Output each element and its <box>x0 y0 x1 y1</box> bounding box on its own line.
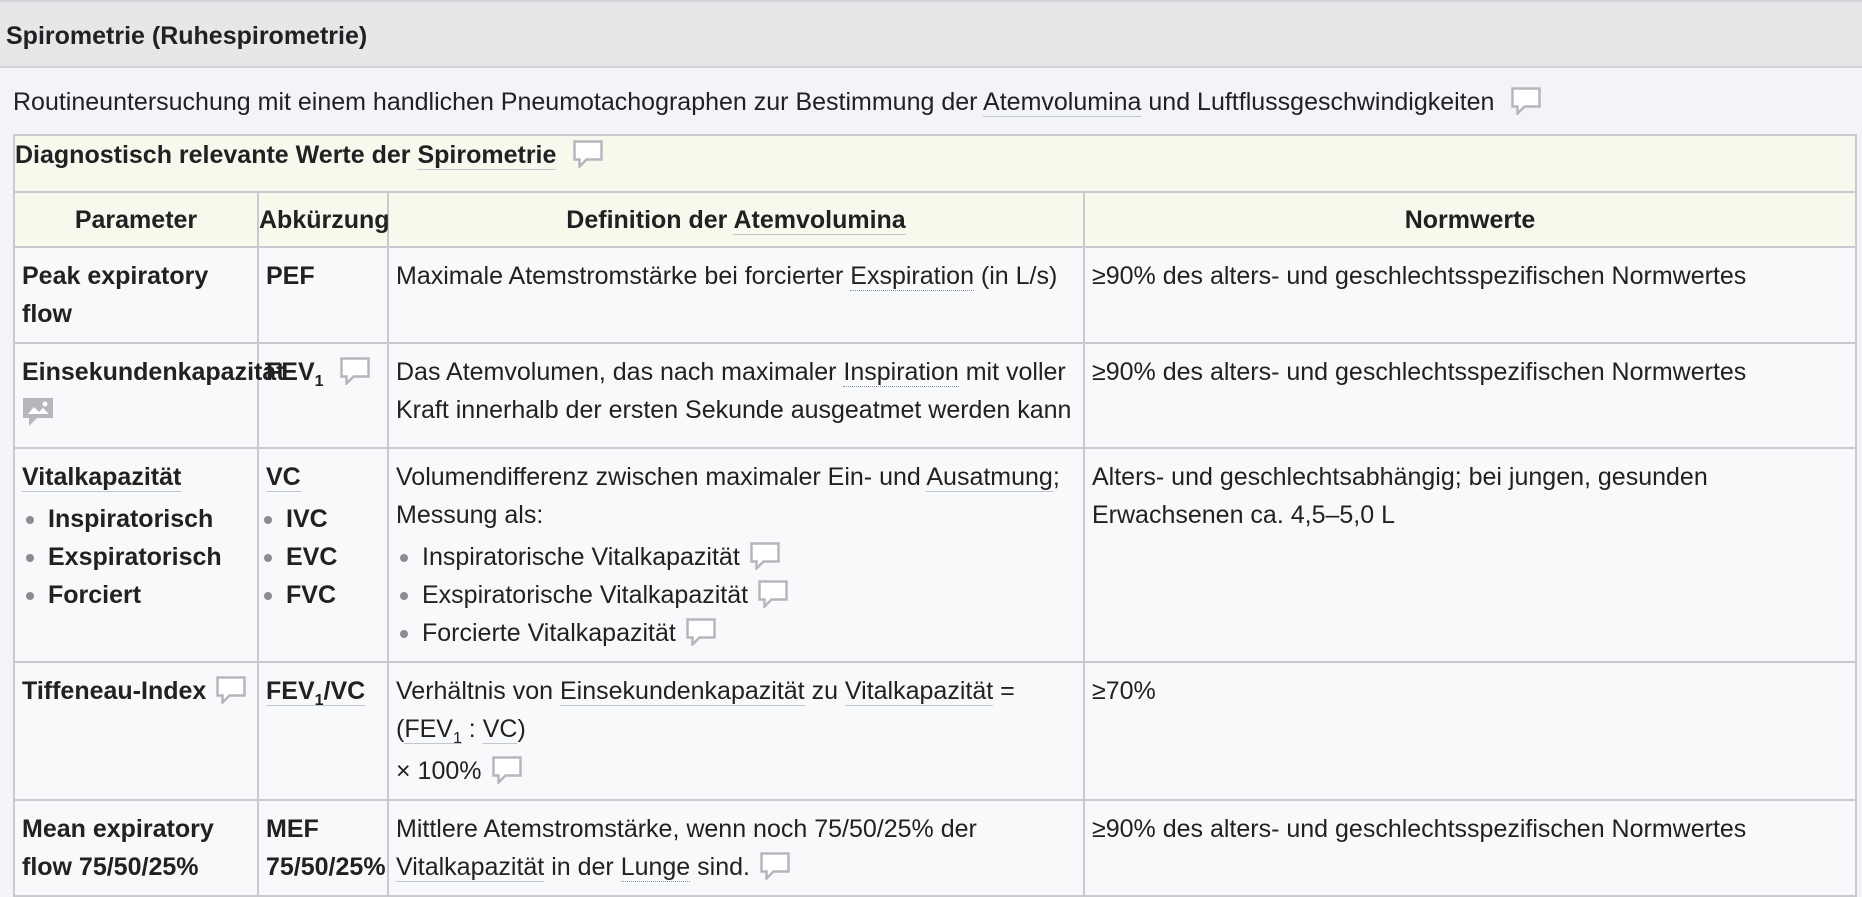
comment-bubble-icon[interactable] <box>1511 87 1542 116</box>
list-item: FVC <box>260 576 380 614</box>
spirometrie-link[interactable]: Spirometrie <box>417 141 557 170</box>
abbreviation-cell: PEF <box>257 246 389 344</box>
abbreviation-cell: FEV1/VC <box>257 661 389 801</box>
comment-bubble-icon[interactable] <box>216 676 247 705</box>
table-row: Mean expiratory flow 75/50/25% MEF 75/50… <box>13 799 1858 897</box>
list-item: Inspiratorische Vitalkapazität <box>396 538 1076 576</box>
norm-cell: ≥70% <box>1082 661 1858 801</box>
norm-cell: ≥90% des alters- und geschlechtsspezifis… <box>1082 246 1858 344</box>
table-row: Peak expiratory flow PEF Maximale Atemst… <box>13 246 1858 344</box>
comment-bubble-icon[interactable] <box>758 580 788 609</box>
definition-cell: Mittlere Atemstromstärke, wenn noch 75/5… <box>387 799 1085 897</box>
norm-cell: ≥90% des alters- und geschlechtsspezifis… <box>1082 799 1858 897</box>
list-item: Forcierte Vitalkapazität <box>396 614 1076 652</box>
comment-bubble-icon[interactable] <box>491 756 522 785</box>
section-title: Spirometrie (Ruhespirometrie) <box>6 22 368 50</box>
table-row: Vitalkapazität Inspiratorisch Exspirator… <box>13 447 1858 663</box>
intro-text: Routineuntersuchung mit einem handlichen… <box>13 84 1542 120</box>
spirometry-table: Diagnostisch relevante Werte der Spirome… <box>12 134 1858 897</box>
comment-bubble-icon[interactable] <box>573 140 604 169</box>
parameter-cell: Mean expiratory flow 75/50/25% <box>13 799 259 897</box>
parameter-cell: Peak expiratory flow <box>13 246 259 344</box>
definition-cell: Volumendifferenz zwischen maximaler Ein-… <box>387 447 1085 663</box>
definition-cell: Maximale Atemstromstärke bei forcierter … <box>387 246 1085 344</box>
list-item: Forciert <box>22 576 250 614</box>
parameter-cell: Einsekundenkapazität <box>13 342 285 449</box>
image-comment-icon[interactable] <box>22 397 54 438</box>
vitalkapazitaet-link[interactable]: Vitalkapazität <box>396 853 545 882</box>
comment-bubble-icon[interactable] <box>760 852 790 881</box>
list-item: Inspiratorisch <box>22 500 250 538</box>
fev1-link[interactable]: FEV1 <box>404 715 462 747</box>
list-item: IVC <box>260 500 380 538</box>
exspiration-link[interactable]: Exspiration <box>850 262 974 291</box>
list-item: Exspiratorisch <box>22 538 250 576</box>
table-row: Einsekundenkapazität FEV1 Das Atemvolume… <box>13 342 1858 449</box>
tiffeneau-abbrev-link[interactable]: FEV1/VC <box>266 677 366 709</box>
parameter-cell: Vitalkapazität Inspiratorisch Exspirator… <box>13 447 259 663</box>
comment-bubble-icon[interactable] <box>340 357 371 386</box>
norm-cell: Alters- und geschlechtsabhängig; bei jun… <box>1082 447 1858 663</box>
lunge-link[interactable]: Lunge <box>620 853 691 882</box>
atemvolumina-header-link[interactable]: Atemvolumina <box>733 205 906 235</box>
norm-cell: ≥90% des alters- und geschlechtsspezifis… <box>1082 342 1858 449</box>
ausatmung-link[interactable]: Ausatmung <box>926 463 1053 492</box>
column-header-abbreviation: Abkürzung <box>257 191 390 248</box>
einsekundenkapazitaet-link[interactable]: Einsekundenkapazität <box>560 677 805 706</box>
inspiration-link[interactable]: Inspiration <box>843 358 959 387</box>
vc-link[interactable]: VC <box>266 463 301 492</box>
list-item: Exspiratorische Vitalkapazität <box>396 576 1076 614</box>
table-caption: Diagnostisch relevante Werte der Spirome… <box>12 134 1858 193</box>
column-header-parameter: Parameter <box>13 191 259 248</box>
section-header: Spirometrie (Ruhespirometrie) <box>0 0 1862 68</box>
parameter-cell: Tiffeneau-Index <box>13 661 259 801</box>
definition-cell: Verhältnis von Einsekundenkapazität zu V… <box>387 661 1085 801</box>
comment-bubble-icon[interactable] <box>750 542 780 571</box>
vitalkapazitaet-link[interactable]: Vitalkapazität <box>844 677 994 706</box>
column-header-definition: Definition der Atemvolumina <box>387 191 1085 248</box>
vc-link[interactable]: VC <box>482 715 518 744</box>
abbreviation-cell: FEV1 <box>257 342 389 449</box>
table-row: Tiffeneau-Index FEV1/VC Verhältnis von E… <box>13 661 1858 801</box>
vitalkapazitaet-link[interactable]: Vitalkapazität <box>22 463 182 492</box>
list-item: EVC <box>260 538 380 576</box>
column-header-norm: Normwerte <box>1082 191 1858 248</box>
atemvolumina-link[interactable]: Atemvolumina <box>983 88 1142 117</box>
abbreviation-cell: VC IVC EVC FVC <box>257 447 389 663</box>
definition-cell: Das Atemvolumen, das nach maximaler Insp… <box>387 342 1085 449</box>
abbreviation-cell: MEF 75/50/25% <box>257 799 389 897</box>
comment-bubble-icon[interactable] <box>686 618 716 647</box>
